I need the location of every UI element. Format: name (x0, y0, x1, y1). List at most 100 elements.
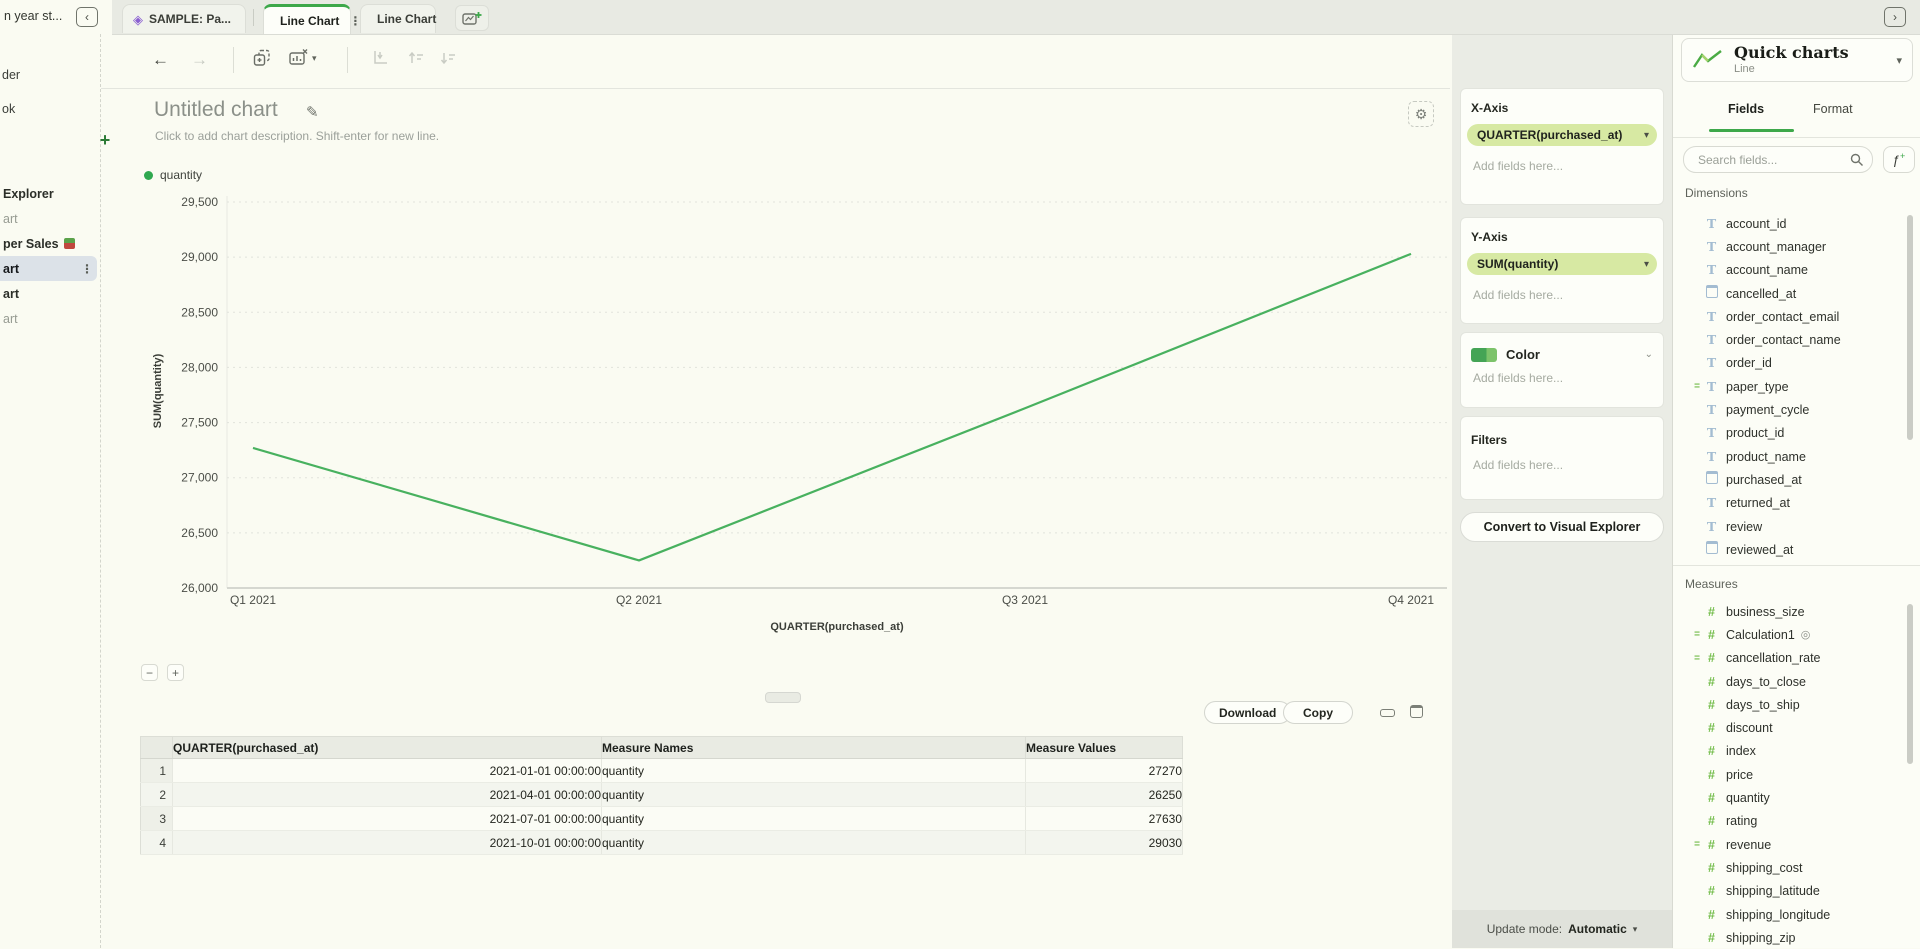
dimension-field-item[interactable]: Tproduct_name (1677, 445, 1913, 468)
collapse-left-panel-button[interactable]: ‹ (76, 7, 98, 27)
panel-resize-handle[interactable] (765, 692, 801, 703)
quarter-cell[interactable]: 2021-01-01 00:00:00 (173, 759, 602, 783)
measures-scrollbar[interactable] (1907, 604, 1913, 764)
dimension-field-item[interactable]: Tproduct_id (1677, 422, 1913, 445)
maximize-results-icon[interactable] (1410, 705, 1423, 718)
search-fields-box[interactable] (1683, 146, 1873, 173)
chevron-down-icon[interactable]: ⌄ (1645, 349, 1653, 360)
copy-button[interactable]: Copy (1283, 701, 1353, 724)
color-swatch-icon[interactable] (1471, 348, 1497, 362)
dimensions-scrollbar[interactable] (1907, 215, 1913, 440)
color-dropzone[interactable]: Add fields here... (1473, 371, 1663, 385)
measure-field-item[interactable]: =#Calculation1◎ (1677, 623, 1913, 646)
download-button[interactable]: Download (1204, 701, 1291, 724)
tab-workbook[interactable]: ◈ SAMPLE: Pa... (122, 4, 246, 33)
edit-title-icon[interactable]: ✎ (300, 102, 325, 122)
measure-field-item[interactable]: #days_to_close (1677, 670, 1913, 693)
tab-fields[interactable]: Fields (1728, 102, 1764, 116)
sidebar-item[interactable]: art (0, 306, 97, 331)
dimension-field-item[interactable]: Tpayment_cycle (1677, 398, 1913, 421)
column-header[interactable]: QUARTER(purchased_at) (173, 737, 602, 759)
collapse-right-panel-button[interactable]: › (1884, 7, 1906, 27)
sidebar-item[interactable]: Explorer (0, 181, 97, 206)
dimension-field-item[interactable]: Taccount_manager (1677, 235, 1913, 258)
dimension-field-item[interactable]: Torder_contact_email (1677, 305, 1913, 328)
sidebar-item[interactable]: art (0, 206, 97, 231)
measure-field-item[interactable]: #shipping_latitude (1677, 880, 1913, 903)
chart-title[interactable]: Untitled chart (154, 98, 278, 122)
measure-field-item[interactable]: #shipping_cost (1677, 856, 1913, 879)
measure-field-item[interactable]: =#revenue (1677, 833, 1913, 856)
x-axis-dropzone[interactable]: Add fields here... (1473, 159, 1663, 173)
table-row[interactable]: 22021-04-01 00:00:00quantity26250 (141, 783, 1183, 807)
y-axis-field-pill[interactable]: SUM(quantity) ▾ (1467, 253, 1657, 275)
search-fields-input[interactable] (1696, 152, 1840, 168)
add-calculation-button[interactable]: ƒ+ (1883, 146, 1915, 173)
table-row[interactable]: 12021-01-01 00:00:00quantity27270 (141, 759, 1183, 783)
dimension-field-item[interactable]: Treturned_at (1677, 492, 1913, 515)
convert-to-visual-explorer-button[interactable]: Convert to Visual Explorer (1460, 512, 1664, 542)
redo-button[interactable]: → (191, 50, 208, 70)
measure-field-item[interactable]: #quantity (1677, 786, 1913, 809)
measure-field-item[interactable]: #index (1677, 740, 1913, 763)
add-element-button[interactable]: + (95, 130, 115, 150)
tab-menu-icon[interactable]: ⋮ (349, 14, 361, 28)
sort-descending-button-disabled[interactable] (438, 48, 458, 68)
dimension-field-item[interactable]: cancelled_at (1677, 282, 1913, 305)
duplicate-element-button[interactable] (252, 48, 272, 68)
column-header[interactable]: Measure Names (602, 737, 1026, 759)
measure-name-cell[interactable]: quantity (602, 783, 1026, 807)
chart-description-placeholder[interactable]: Click to add chart description. Shift-en… (155, 129, 439, 143)
measure-name-cell[interactable]: quantity (602, 831, 1026, 855)
table-row[interactable]: 42021-10-01 00:00:00quantity29030 (141, 831, 1183, 855)
dimension-field-item[interactable]: Torder_id (1677, 352, 1913, 375)
tab-line-chart[interactable]: Line Chart (360, 4, 436, 33)
chevron-down-icon[interactable]: ▾ (1633, 924, 1638, 935)
measure-field-item[interactable]: #business_size (1677, 600, 1913, 623)
dimension-field-item[interactable]: Taccount_id (1677, 212, 1913, 235)
column-header[interactable]: Measure Values (1026, 737, 1183, 759)
quarter-cell[interactable]: 2021-04-01 00:00:00 (173, 783, 602, 807)
sidebar-item-clipped[interactable]: ok (2, 102, 15, 116)
tab-line-chart-active[interactable]: Line Chart ⋮ (263, 4, 351, 34)
dimension-field-item[interactable]: Treview (1677, 515, 1913, 538)
filters-dropzone[interactable]: Add fields here... (1473, 458, 1663, 472)
y-axis-dropzone[interactable]: Add fields here... (1473, 288, 1663, 302)
measure-field-item[interactable]: #shipping_longitude (1677, 903, 1913, 926)
undo-button[interactable]: ← (152, 50, 169, 70)
measure-field-item[interactable]: #price (1677, 763, 1913, 786)
chart-element-menu-button[interactable]: ▾ (288, 48, 317, 68)
chevron-down-icon[interactable]: ▾ (1644, 259, 1649, 270)
quarter-cell[interactable]: 2021-07-01 00:00:00 (173, 807, 602, 831)
measure-name-cell[interactable]: quantity (602, 807, 1026, 831)
dimension-field-item[interactable]: Taccount_name (1677, 259, 1913, 282)
dimension-field-item[interactable]: =Tpaper_type (1677, 375, 1913, 398)
measure-field-item[interactable]: #discount (1677, 716, 1913, 739)
measure-value-cell[interactable]: 27630 (1026, 807, 1183, 831)
dimension-field-item[interactable]: Torder_contact_name (1677, 328, 1913, 351)
measure-field-item[interactable]: #rating (1677, 810, 1913, 833)
tab-format[interactable]: Format (1813, 102, 1853, 116)
x-axis-field-pill[interactable]: QUARTER(purchased_at) ▾ (1467, 124, 1657, 146)
sidebar-item[interactable]: art⋮ (0, 256, 97, 281)
measure-field-item[interactable]: #days_to_ship (1677, 693, 1913, 716)
chevron-down-icon[interactable]: ▾ (1896, 54, 1902, 67)
chevron-down-icon[interactable]: ▾ (1644, 130, 1649, 141)
swap-axes-button-disabled[interactable] (370, 48, 390, 68)
new-tab-button[interactable] (455, 5, 489, 31)
quick-charts-header[interactable]: Quick charts Line ▾ (1681, 38, 1913, 82)
sidebar-item[interactable]: per Sales (0, 231, 97, 256)
measure-value-cell[interactable]: 26250 (1026, 783, 1183, 807)
measure-field-item[interactable]: #shipping_zip (1677, 926, 1913, 949)
sort-ascending-button-disabled[interactable] (406, 48, 426, 68)
target-icon[interactable]: ◎ (1801, 628, 1811, 641)
measure-name-cell[interactable]: quantity (602, 759, 1026, 783)
measure-value-cell[interactable]: 27270 (1026, 759, 1183, 783)
table-row[interactable]: 32021-07-01 00:00:00quantity27630 (141, 807, 1183, 831)
update-mode-value[interactable]: Automatic (1568, 922, 1627, 936)
sidebar-item[interactable]: art (0, 281, 97, 306)
chart-legend[interactable]: quantity (144, 168, 202, 182)
measure-field-item[interactable]: =#cancellation_rate (1677, 647, 1913, 670)
sidebar-item-clipped[interactable]: der (2, 68, 20, 82)
zoom-out-button[interactable]: − (141, 664, 158, 681)
